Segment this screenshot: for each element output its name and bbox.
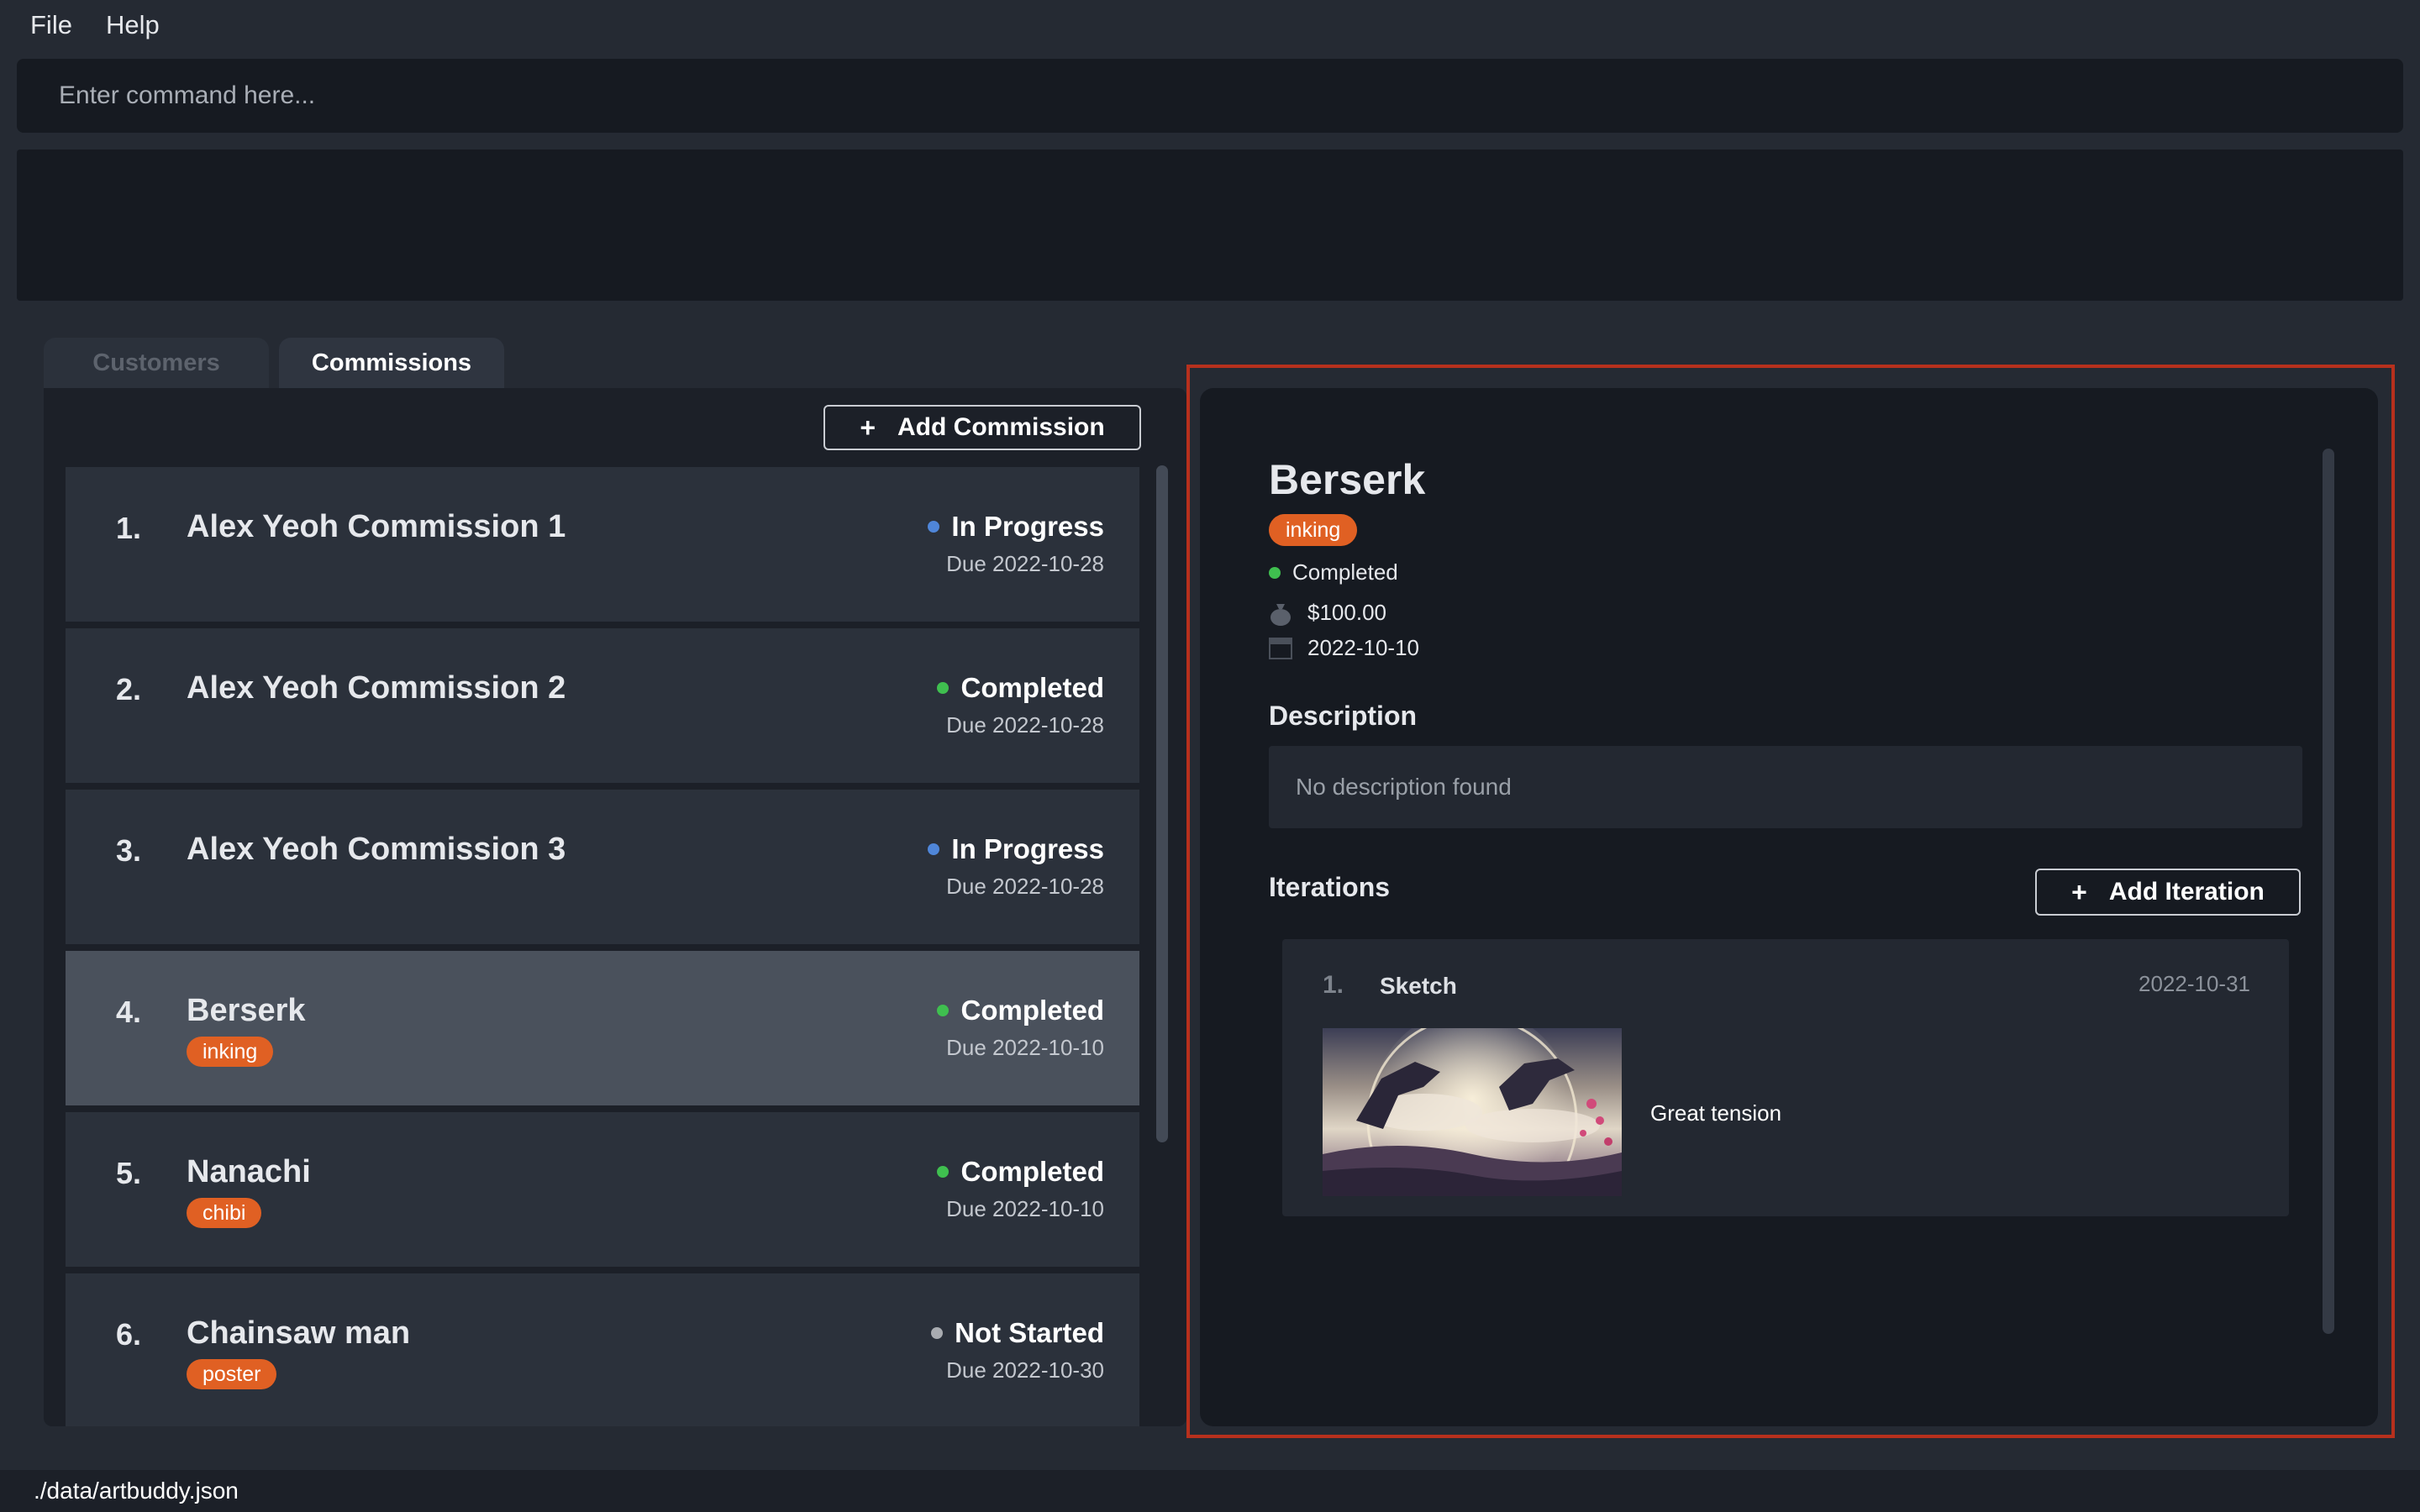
fee-value: $100.00 (1307, 600, 1386, 625)
deadline-value: 2022-10-10 (1307, 635, 1419, 660)
result-display (17, 150, 2403, 301)
commission-card-selected[interactable]: 4. Berserk inking Completed Due 2022-10-… (66, 951, 1139, 1105)
tag-badge: chibi (187, 1198, 262, 1228)
detail-title: Berserk (1269, 456, 1426, 503)
iterations-heading: Iterations (1269, 872, 1391, 902)
commission-title: Alex Yeoh Commission 2 (187, 670, 566, 706)
due-date: Due 2022-10-28 (946, 551, 1104, 576)
commission-index: 2. (116, 672, 142, 706)
command-input[interactable] (59, 59, 2403, 133)
add-commission-button[interactable]: + Add Commission (823, 405, 1141, 450)
commission-index: 4. (116, 995, 142, 1029)
menu-bar: File Help (0, 0, 2420, 50)
commission-title: Nanachi (187, 1154, 311, 1189)
status-label: Completed (1292, 559, 1398, 585)
due-date: Due 2022-10-28 (946, 712, 1104, 738)
due-date: Due 2022-10-10 (946, 1035, 1104, 1060)
due-date: Due 2022-10-28 (946, 874, 1104, 899)
add-iteration-button[interactable]: + Add Iteration (2035, 869, 2301, 916)
status-label: In Progress (951, 511, 1104, 542)
iteration-index: 1. (1323, 971, 1344, 999)
status-dot-icon (931, 1327, 944, 1339)
fee-row: $100.00 (1269, 600, 1386, 626)
add-commission-label: Add Commission (897, 413, 1105, 441)
commission-index: 1. (116, 511, 142, 545)
status-badge: Completed (937, 995, 1104, 1026)
tag-badge: poster (187, 1359, 277, 1389)
add-iteration-label: Add Iteration (2108, 878, 2265, 906)
iteration-feedback: Great tension (1650, 1100, 1782, 1126)
detail-status: Completed (1269, 559, 1398, 585)
commission-title: Chainsaw man (187, 1315, 411, 1351)
tag-badge: inking (187, 1037, 274, 1067)
iteration-date: 2022-10-31 (2139, 971, 2250, 996)
status-dot-icon (1269, 566, 1281, 579)
list-scrollbar[interactable] (1156, 465, 1168, 1142)
save-path: ./data/artbuddy.json (34, 1478, 239, 1504)
status-dot-icon (937, 1005, 950, 1016)
status-badge: Completed (937, 672, 1104, 704)
tab-commissions[interactable]: Commissions (279, 338, 504, 388)
iteration-card[interactable]: 1. Sketch 2022-10-31 Great tension (1282, 939, 2289, 1216)
commission-card[interactable]: 6. Chainsaw man poster Not Started Due 2… (66, 1273, 1139, 1426)
calendar-icon (1269, 637, 1292, 660)
status-dot-icon (928, 521, 940, 533)
commission-card[interactable]: 2. Alex Yeoh Commission 2 Completed Due … (66, 628, 1139, 783)
money-bag-icon (1269, 601, 1292, 626)
status-dot-icon (937, 1166, 950, 1178)
status-label: Completed (960, 672, 1104, 703)
due-date: Due 2022-10-10 (946, 1196, 1104, 1221)
status-label: In Progress (951, 833, 1104, 864)
commission-title: Alex Yeoh Commission 1 (187, 509, 566, 544)
due-date: Due 2022-10-30 (946, 1357, 1104, 1383)
commission-card[interactable]: 1. Alex Yeoh Commission 1 In Progress Du… (66, 467, 1139, 622)
plus-icon: + (2071, 876, 2087, 907)
commission-index: 3. (116, 833, 142, 868)
status-badge: In Progress (928, 511, 1104, 543)
description-heading: Description (1269, 701, 1418, 731)
description-box: No description found (1269, 746, 2302, 828)
tag-badge: inking (1269, 514, 1358, 546)
status-badge: Not Started (931, 1317, 1104, 1349)
status-bar: ./data/artbuddy.json (0, 1470, 2420, 1512)
commission-card[interactable]: 3. Alex Yeoh Commission 3 In Progress Du… (66, 790, 1139, 944)
commission-detail-panel: Berserk inking Completed $100.00 2022-10… (1200, 388, 2378, 1426)
status-label: Completed (960, 1156, 1104, 1187)
status-badge: In Progress (928, 833, 1104, 865)
commission-card[interactable]: 5. Nanachi chibi Completed Due 2022-10-1… (66, 1112, 1139, 1267)
status-label: Completed (960, 995, 1104, 1026)
commission-index: 5. (116, 1156, 142, 1190)
commission-index: 6. (116, 1317, 142, 1352)
commission-title: Alex Yeoh Commission 3 (187, 832, 566, 867)
command-box (17, 59, 2403, 133)
detail-scrollbar[interactable] (2323, 449, 2334, 1334)
status-label: Not Started (955, 1317, 1104, 1348)
status-dot-icon (937, 682, 950, 694)
deadline-row: 2022-10-10 (1269, 635, 1419, 661)
menu-help[interactable]: Help (106, 10, 160, 40)
iteration-title: Sketch (1380, 973, 1457, 999)
status-badge: Completed (937, 1156, 1104, 1188)
status-dot-icon (928, 843, 940, 855)
iteration-artwork-image[interactable] (1323, 1028, 1622, 1196)
commission-list-panel: + Add Commission 1. Alex Yeoh Commission… (44, 388, 1186, 1426)
menu-file[interactable]: File (30, 10, 72, 40)
commission-title: Berserk (187, 993, 306, 1028)
plus-icon: + (860, 412, 876, 443)
tab-customers[interactable]: Customers (44, 338, 269, 388)
